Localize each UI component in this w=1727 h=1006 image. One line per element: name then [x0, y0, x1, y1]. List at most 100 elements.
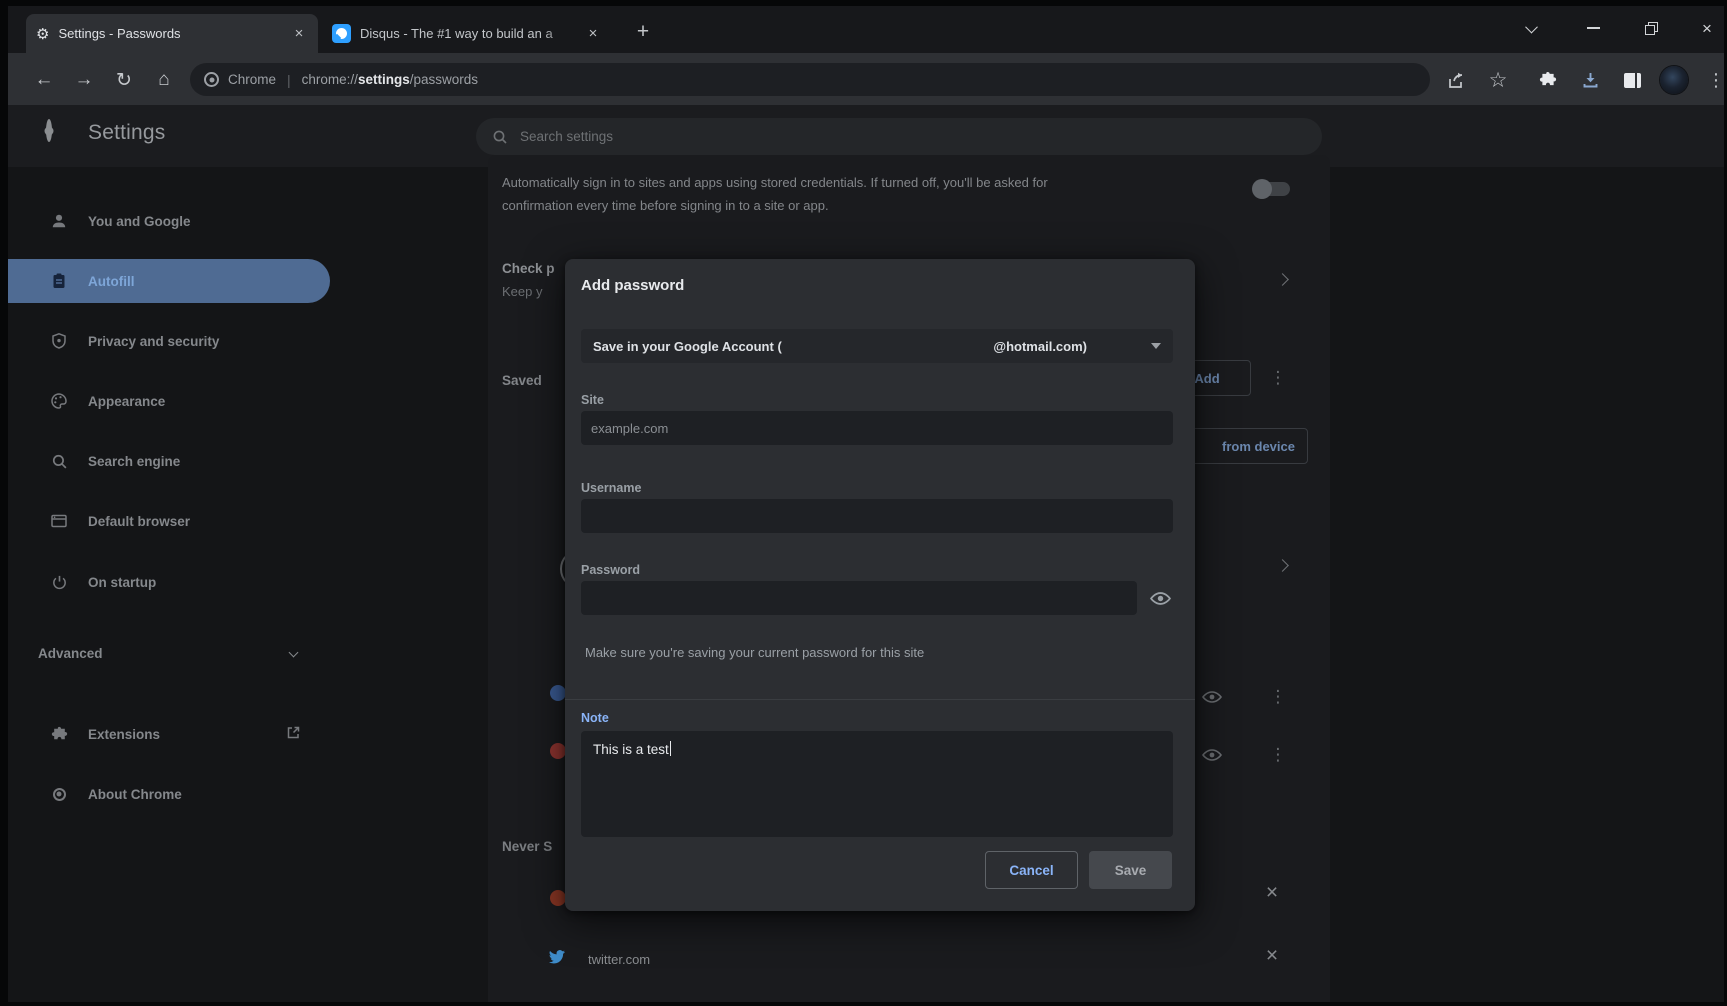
browser-window-icon [50, 512, 68, 530]
sidebar-item-label: Search engine [88, 454, 180, 469]
forward-button[interactable]: → [68, 64, 100, 96]
note-text: This is a test [593, 742, 669, 757]
sidebar-item-label: Advanced [38, 646, 103, 661]
search-icon [492, 129, 508, 145]
auto-signin-description: confirmation every time before signing i… [502, 198, 829, 213]
profile-button[interactable] [1658, 64, 1690, 96]
tab-strip: ⚙ Settings - Passwords × Disqus - The #1… [8, 6, 1724, 53]
settings-search[interactable] [476, 118, 1322, 155]
tab-close-icon[interactable]: × [584, 25, 602, 43]
password-input[interactable] [581, 581, 1137, 615]
minimize-icon [1587, 27, 1600, 29]
dialog-title: Add password [581, 277, 684, 294]
chrome-logo-icon [46, 119, 52, 142]
settings-search-input[interactable] [518, 128, 1306, 145]
text-cursor [670, 741, 672, 756]
save-button[interactable]: Save [1089, 851, 1172, 889]
sidebar-item-appearance[interactable]: Appearance [8, 379, 330, 423]
sidebar-item-label: Appearance [88, 394, 165, 409]
auto-signin-toggle[interactable] [1254, 182, 1290, 196]
tab-close-icon[interactable]: × [290, 25, 308, 43]
account-select[interactable]: Save in your Google Account ( @hotmail.c… [581, 329, 1173, 363]
disqus-favicon [332, 24, 351, 43]
sidebar-item-label: On startup [88, 575, 156, 590]
sidebar-item-autofill[interactable]: Autofill [8, 259, 330, 303]
toggle-knob [1252, 179, 1272, 199]
saved-passwords-label: Saved [502, 373, 542, 388]
kebab-menu-icon[interactable]: ⋮ [1268, 746, 1288, 763]
show-password-icon[interactable] [1201, 686, 1223, 713]
search-icon [50, 452, 68, 470]
site-favicon [550, 890, 566, 906]
site-url: twitter.com [588, 952, 650, 967]
browser-toolbar: ← → ↻ ⌂ Chrome | chrome://settings/passw… [8, 53, 1724, 105]
address-bar[interactable]: Chrome | chrome://settings/passwords [190, 63, 1430, 96]
sidebar-item-label: Default browser [88, 514, 190, 529]
star-icon: ☆ [1489, 68, 1508, 93]
side-panel-button[interactable] [1616, 64, 1648, 96]
never-saved-label: Never S [502, 839, 552, 854]
shield-icon [50, 332, 68, 350]
kebab-menu-icon[interactable]: ⋮ [1268, 369, 1288, 386]
restore-icon [1645, 22, 1658, 35]
chevron-down-icon [1525, 20, 1538, 33]
browser-menu-button[interactable]: ⋮ [1700, 64, 1724, 96]
site-favicon [550, 685, 566, 701]
tab-disqus[interactable]: Disqus - The #1 way to build an a × [322, 14, 612, 53]
close-window-button[interactable]: × [1684, 6, 1724, 50]
kebab-menu-icon[interactable]: ⋮ [1268, 688, 1288, 705]
site-input[interactable] [581, 411, 1173, 445]
new-tab-button[interactable]: + [628, 18, 658, 48]
show-password-icon[interactable] [1201, 744, 1223, 771]
sidebar-item-label: Autofill [88, 274, 135, 289]
sidebar-item-search-engine[interactable]: Search engine [8, 439, 330, 483]
sidebar-item-label: You and Google [88, 214, 191, 229]
twitter-icon [548, 948, 566, 971]
bookmark-button[interactable]: ☆ [1482, 64, 1514, 96]
sidebar-item-about-chrome[interactable]: About Chrome [8, 772, 330, 816]
settings-page: Settings You and Google Autofill Privacy… [8, 105, 1724, 1002]
sidebar-item-privacy[interactable]: Privacy and security [8, 319, 330, 363]
tab-search-button[interactable] [1508, 6, 1554, 50]
reload-button[interactable]: ↻ [108, 64, 140, 96]
sidebar-item-default-browser[interactable]: Default browser [8, 499, 330, 543]
username-label: Username [581, 481, 641, 495]
cancel-button[interactable]: Cancel [985, 851, 1078, 889]
tab-settings[interactable]: ⚙ Settings - Passwords × [26, 14, 318, 53]
url-scheme: chrome:// [302, 72, 358, 87]
url-path: /passwords [410, 72, 478, 87]
username-input[interactable] [581, 499, 1173, 533]
minimize-button[interactable] [1570, 6, 1616, 50]
extensions-button[interactable] [1532, 64, 1564, 96]
home-button[interactable]: ⌂ [148, 64, 180, 96]
account-select-prefix: Save in your Google Account ( [593, 339, 782, 354]
remove-site-icon[interactable]: × [1260, 882, 1284, 906]
share-button[interactable] [1440, 64, 1472, 96]
sidebar-item-extensions[interactable]: Extensions [8, 712, 330, 756]
puzzle-icon [1539, 71, 1557, 89]
note-label: Note [581, 711, 609, 725]
page-title: Settings [88, 121, 165, 145]
tab-title: Disqus - The #1 way to build an a [360, 26, 575, 41]
side-panel-icon [1624, 73, 1641, 88]
chevron-right-icon[interactable] [1276, 273, 1289, 286]
note-textarea[interactable]: This is a test [581, 731, 1173, 837]
person-icon [50, 212, 68, 230]
sidebar-item-you-and-google[interactable]: You and Google [8, 199, 330, 243]
sidebar-item-advanced[interactable]: Advanced [8, 631, 330, 675]
show-password-icon[interactable] [1143, 581, 1177, 615]
browser-window: ⚙ Settings - Passwords × Disqus - The #1… [8, 6, 1724, 1002]
restore-button[interactable] [1628, 6, 1674, 50]
check-passwords-label: Check p [502, 261, 555, 276]
share-icon [1447, 71, 1466, 90]
remove-site-icon[interactable]: × [1260, 945, 1284, 969]
downloads-button[interactable] [1574, 64, 1606, 96]
url-host: settings [358, 72, 410, 87]
back-button[interactable]: ← [28, 64, 60, 96]
chevron-right-icon[interactable] [1276, 559, 1289, 572]
sidebar-item-on-startup[interactable]: On startup [8, 560, 330, 604]
auto-signin-description: Automatically sign in to sites and apps … [502, 175, 1048, 190]
password-label: Password [581, 563, 640, 577]
chevron-down-icon [289, 648, 299, 658]
clipboard-icon [50, 272, 68, 290]
